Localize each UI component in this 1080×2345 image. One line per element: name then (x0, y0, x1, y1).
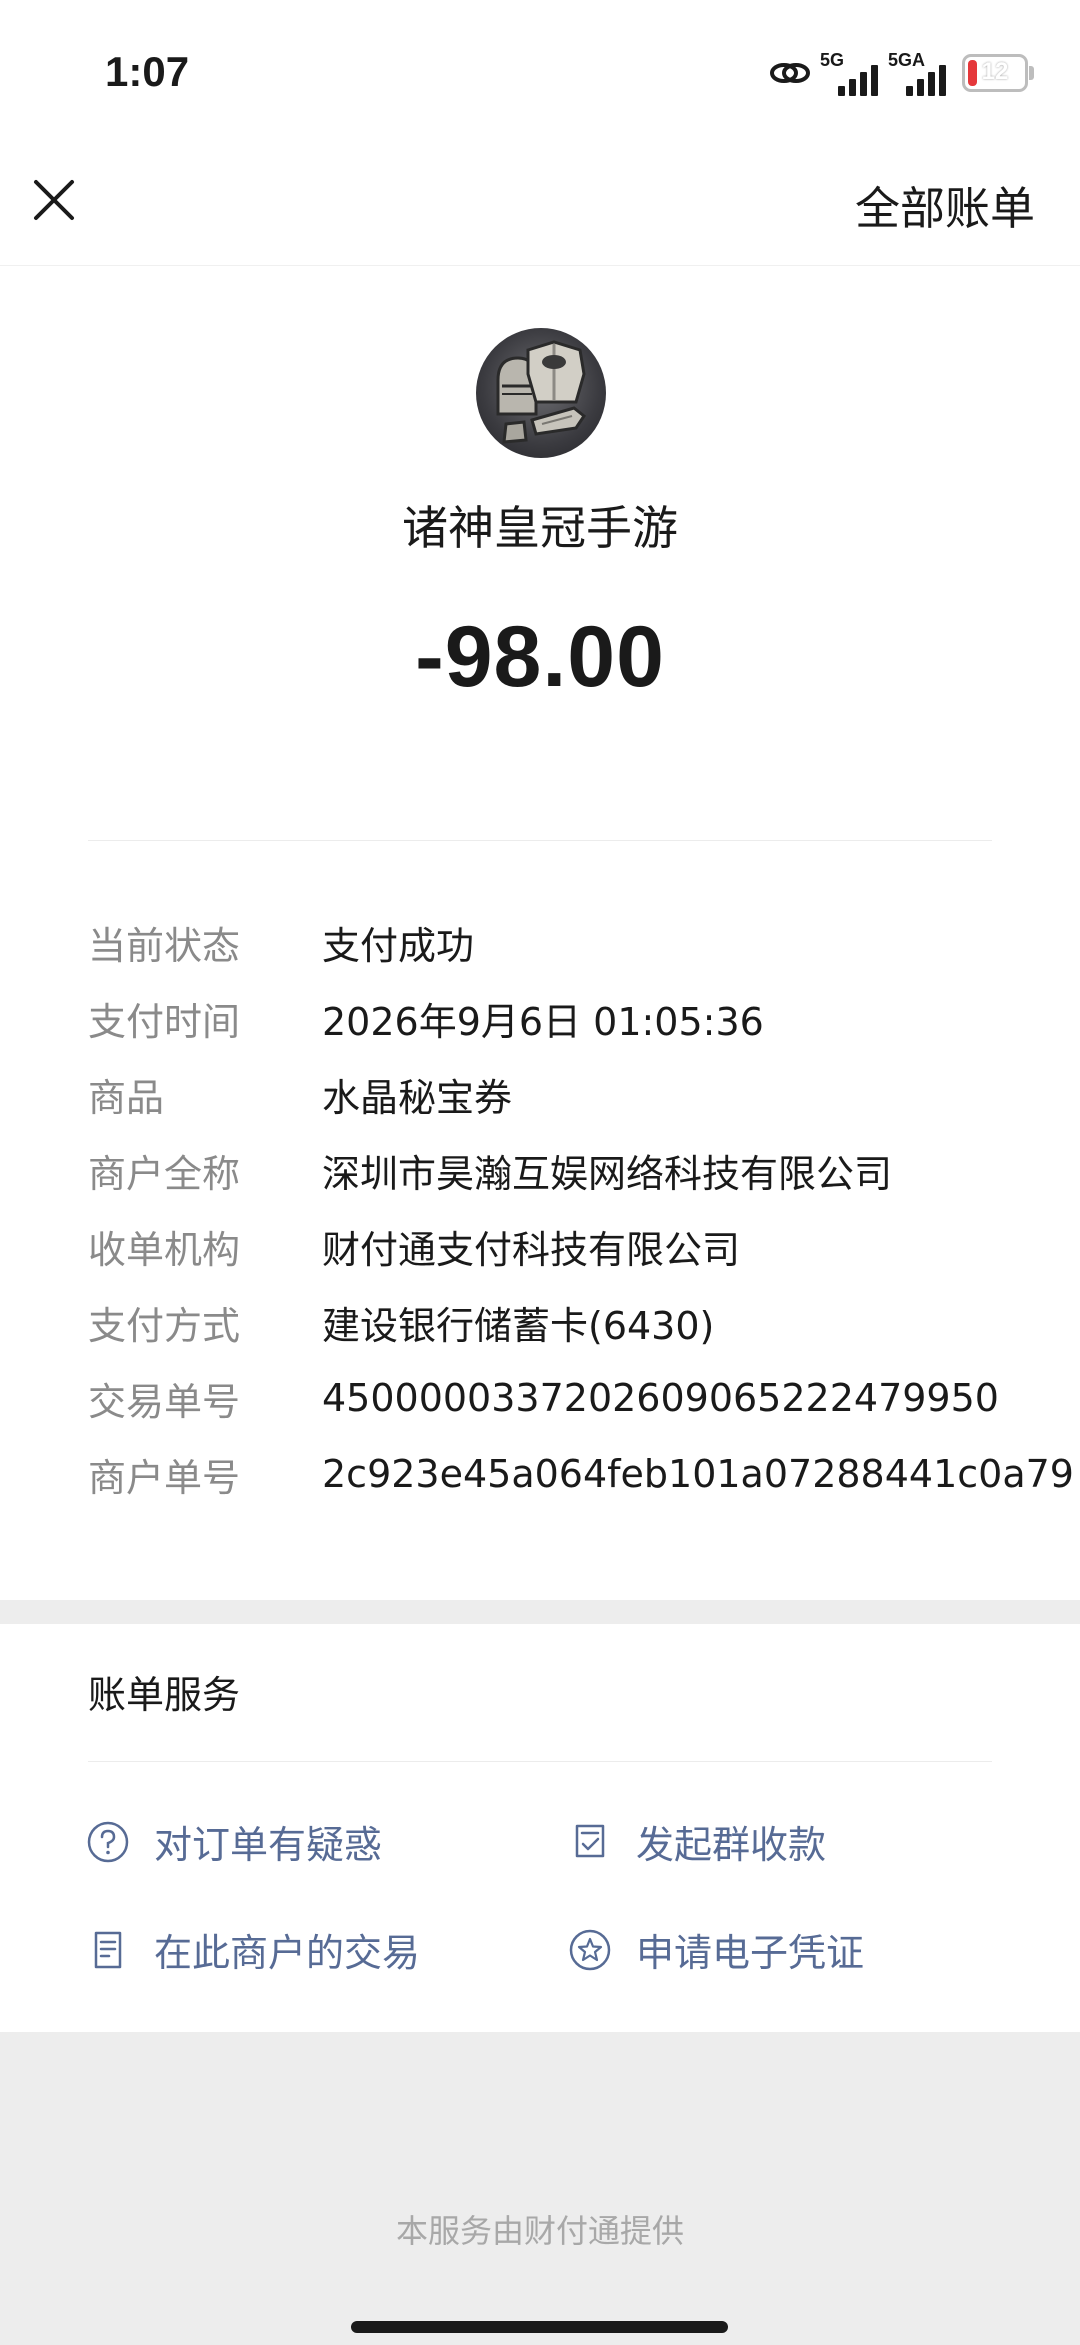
signal-5g-icon: 5G (820, 50, 880, 96)
detail-value: 4500000337202609065222479950 (322, 1376, 999, 1420)
home-indicator[interactable] (351, 2321, 728, 2333)
transaction-details: 当前状态 支付成功 支付时间 2026年9月6日 01:05:36 商品 水晶秘… (88, 904, 1074, 1512)
detail-row-merchant-full-name: 商户全称 深圳市昊瀚互娱网络科技有限公司 (88, 1132, 1008, 1208)
all-bills-link[interactable]: 全部账单 (855, 172, 1035, 237)
detail-label: 当前状态 (88, 923, 241, 968)
service-label: 在此商户的交易 (154, 1931, 421, 1975)
document-list-icon (94, 1931, 122, 1968)
bill-services-title: 账单服务 (88, 1673, 241, 1717)
detail-value: 财付通支付科技有限公司 (322, 1227, 741, 1272)
detail-row-product: 商品 水晶秘宝券 (88, 1056, 1008, 1132)
detail-row-merchant-order-id: 商户单号 2c923e45a064feb101a07288441c0a79 (88, 1436, 1074, 1512)
divider (88, 840, 992, 841)
detail-label: 支付时间 (88, 999, 241, 1044)
divider (88, 1761, 992, 1762)
footer-provider-text: 本服务由财付通提供 (395, 2212, 684, 2250)
detail-row-acquirer: 收单机构 财付通支付科技有限公司 (88, 1208, 1008, 1284)
signal-5ga-icon: 5GA (888, 50, 948, 96)
status-bar: 1:07 5G 5GA 12 (0, 0, 1080, 150)
order-question-link[interactable]: 对订单有疑惑 (86, 1814, 382, 1869)
detail-label: 商品 (88, 1075, 165, 1120)
merchant-transactions-link[interactable]: 在此商户的交易 (86, 1922, 420, 1977)
detail-label: 交易单号 (88, 1379, 241, 1424)
group-collect-link[interactable]: 发起群收款 (568, 1814, 826, 1869)
close-icon (34, 180, 74, 220)
section-separator (0, 1600, 1080, 1624)
detail-row-status: 当前状态 支付成功 (88, 904, 1008, 980)
merchant-avatar (476, 328, 606, 458)
close-button[interactable] (24, 170, 84, 230)
link-icon (770, 63, 810, 83)
status-icons: 5G 5GA 12 (760, 48, 1034, 98)
group-collect-icon (575, 1824, 605, 1857)
detail-value: 建设银行储蓄卡(6430) (322, 1303, 715, 1348)
e-voucher-link[interactable]: 申请电子凭证 (568, 1922, 864, 1977)
nav-bar: 全部账单 (0, 150, 1080, 266)
detail-label: 商户单号 (88, 1455, 241, 1500)
merchant-name: 诸神皇冠手游 (402, 501, 678, 555)
star-badge-icon (569, 1929, 611, 1970)
transaction-amount: -98.00 (415, 609, 665, 705)
detail-row-pay-time: 支付时间 2026年9月6日 01:05:36 (88, 980, 1008, 1056)
battery-level: 12 (981, 58, 1009, 85)
footer: 本服务由财付通提供 (0, 2032, 1080, 2345)
status-time: 1:07 (105, 48, 190, 95)
detail-value: 深圳市昊瀚互娱网络科技有限公司 (322, 1151, 893, 1196)
detail-label: 商户全称 (88, 1151, 241, 1196)
knight-armor-avatar-icon (496, 340, 587, 444)
service-label: 发起群收款 (636, 1823, 827, 1867)
detail-value: 2c923e45a064feb101a07288441c0a79 (322, 1452, 1074, 1496)
service-label: 申请电子凭证 (636, 1931, 865, 1975)
battery-icon: 12 (962, 54, 1034, 92)
detail-row-transaction-id: 交易单号 4500000337202609065222479950 (88, 1360, 1008, 1436)
detail-label: 支付方式 (88, 1303, 241, 1348)
detail-value: 2026年9月6日 01:05:36 (322, 999, 764, 1044)
detail-value: 水晶秘宝券 (322, 1075, 513, 1120)
detail-row-pay-method: 支付方式 建设银行储蓄卡(6430) (88, 1284, 1008, 1360)
question-circle-icon (87, 1821, 129, 1862)
detail-label: 收单机构 (88, 1227, 241, 1272)
service-label: 对订单有疑惑 (154, 1823, 383, 1867)
detail-value: 支付成功 (322, 923, 475, 968)
